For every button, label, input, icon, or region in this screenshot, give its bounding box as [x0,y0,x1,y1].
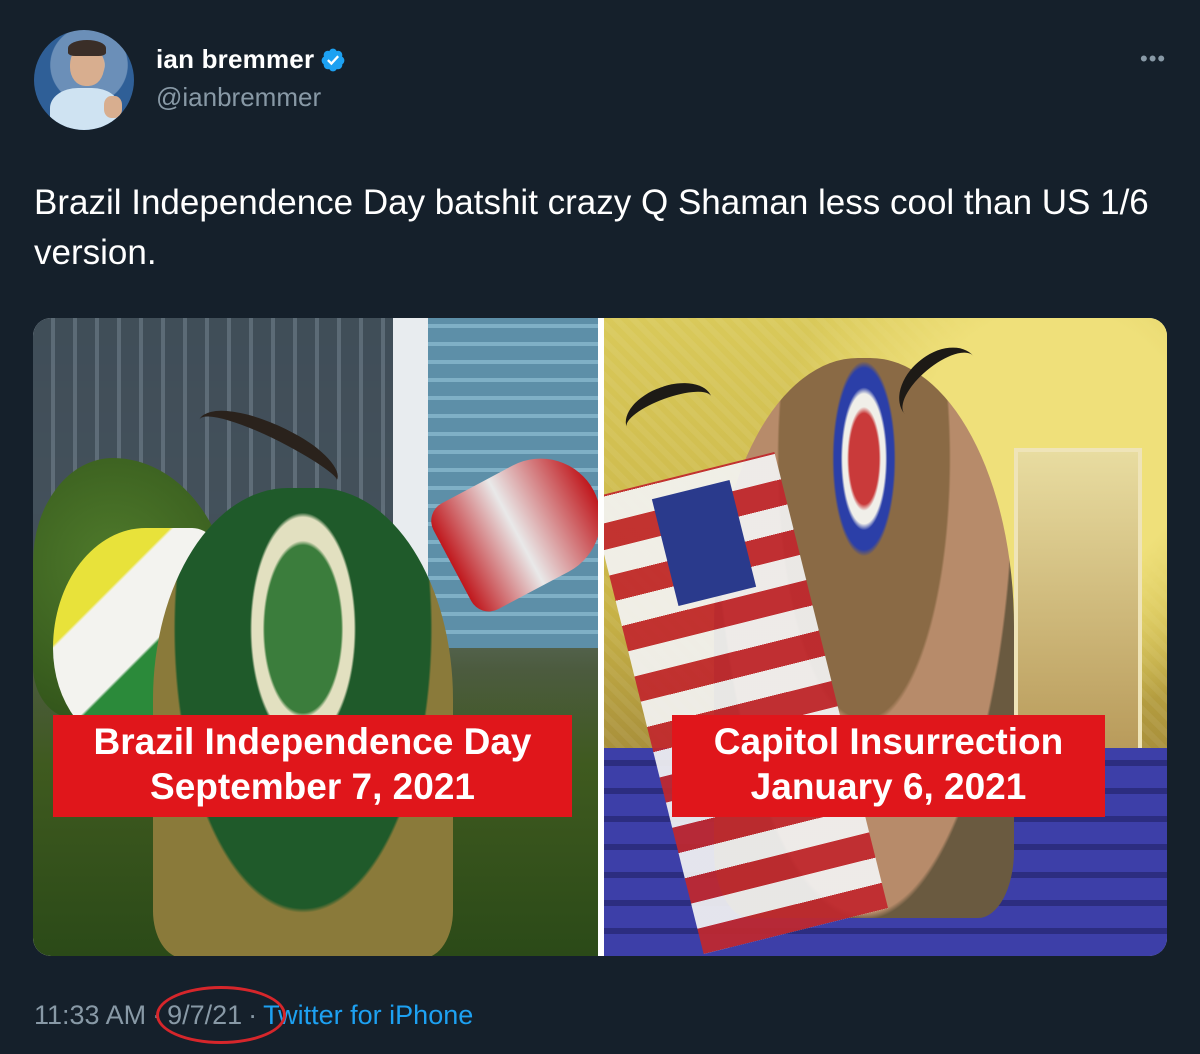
author-handle[interactable]: @ianbremmer [156,82,321,113]
tweet-date[interactable]: 9/7/21 [167,1000,242,1031]
caption-brazil: Brazil Independence Day September 7, 202… [53,715,572,817]
avatar[interactable] [34,30,134,130]
tweet-time[interactable]: 11:33 AM [34,1000,146,1031]
caption-brazil-line2: September 7, 2021 [150,766,475,807]
author-display-name[interactable]: ian bremmer [156,44,314,75]
tweet-source-link[interactable]: Twitter for iPhone [263,1000,473,1031]
meta-separator: · [152,1000,162,1030]
media-panel-brazil: Brazil Independence Day September 7, 202… [33,318,598,956]
avatar-hand [104,96,122,118]
media-panel-capitol: Capitol Insurrection January 6, 2021 [604,318,1167,956]
tweet-media-image[interactable]: Brazil Independence Day September 7, 202… [33,318,1167,956]
author-name-row[interactable]: ian bremmer [156,44,346,75]
bg-door [1014,448,1142,756]
caption-brazil-line1: Brazil Independence Day [93,721,532,762]
tweet-card: ian bremmer @ianbremmer ••• Brazil Indep… [0,0,1200,1054]
caption-capitol-line2: January 6, 2021 [750,766,1027,807]
tweet-meta: 11:33 AM · 9/7/21 · Twitter for iPhone [34,1000,473,1031]
more-horizontal-icon[interactable]: ••• [1140,46,1166,72]
caption-capitol: Capitol Insurrection January 6, 2021 [672,715,1105,817]
caption-capitol-line1: Capitol Insurrection [713,721,1064,762]
meta-separator: · [248,1000,258,1030]
verified-badge-icon [321,48,345,71]
tweet-text: Brazil Independence Day batshit crazy Q … [34,183,1149,272]
avatar-hair [68,40,106,56]
